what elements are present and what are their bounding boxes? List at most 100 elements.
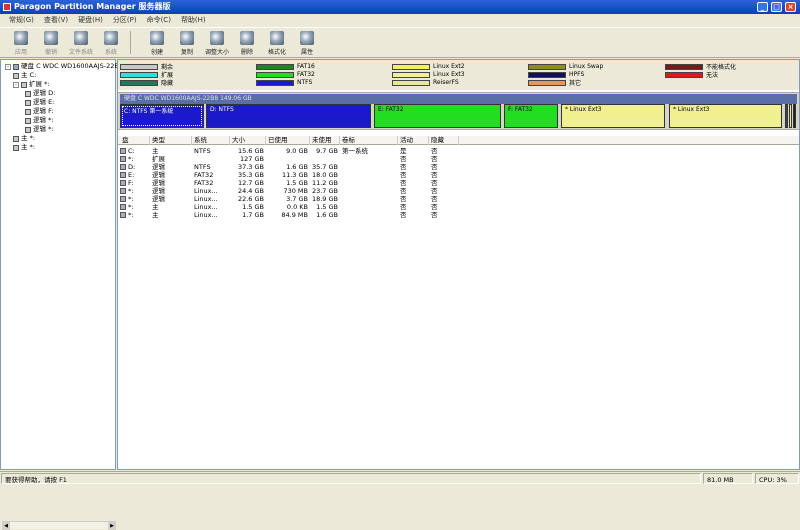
table-row[interactable]: *: 逻辑 Linux... 22.6 GB 3.7 GB 18.9 GB 否 否 xyxy=(118,195,458,203)
tree-item[interactable]: 主 *: xyxy=(13,134,35,143)
tree-item-label: 逻辑 *: xyxy=(33,116,54,124)
disk-map-partition[interactable]: D: NTFS xyxy=(206,104,371,128)
toolbar-button-right-2[interactable]: 调整大小 xyxy=(202,28,232,58)
toolbar-label: 文件系统 xyxy=(68,49,93,56)
disk-map-partition[interactable]: E: FAT32 xyxy=(374,104,501,128)
tree-item[interactable]: 主 C: xyxy=(13,71,36,80)
legend-swatch xyxy=(665,63,703,70)
table-cell-used: 0.0 KB xyxy=(286,203,308,211)
tree-item[interactable]: 逻辑 F: xyxy=(25,107,54,116)
partition-icon xyxy=(25,99,31,106)
table-cell-size: 15.6 GB xyxy=(237,147,264,155)
toolbar-button-right-0[interactable]: 创建 xyxy=(142,28,172,58)
format-icon xyxy=(270,31,284,45)
table-cell-size: 24.4 GB xyxy=(237,187,264,195)
toolbar-button-right-3[interactable]: 删除 xyxy=(232,28,262,58)
menu-item-5[interactable]: 帮助(H) xyxy=(176,14,211,26)
table-row[interactable]: *: 扩展 127 GB 否 否 xyxy=(118,155,458,163)
disk-map-sliver[interactable] xyxy=(793,104,796,128)
legend-label: HPFS xyxy=(569,71,585,78)
table-cell-fs: FAT32 xyxy=(194,171,214,179)
scroll-right-icon[interactable]: ▶ xyxy=(108,522,116,530)
table-row[interactable]: C: 主 NTFS 15.6 GB 9.0 GB 9.7 GB 第一系统 是 否 xyxy=(118,147,458,155)
partition-icon xyxy=(25,108,31,115)
disk-map-partition[interactable]: * Linux Ext3 xyxy=(669,104,782,128)
table-row[interactable]: F: 逻辑 FAT32 12.7 GB 1.5 GB 11.2 GB 否 否 xyxy=(118,179,458,187)
menu-item-0[interactable]: 常规(G) xyxy=(4,14,39,26)
collapse-icon[interactable]: - xyxy=(13,81,19,88)
toolbar-button-left-0[interactable]: 应用 xyxy=(6,28,36,58)
toolbar-button-right-5[interactable]: 属性 xyxy=(292,28,322,58)
table-cell-fs: NTFS xyxy=(194,147,211,155)
menu-item-2[interactable]: 硬盘(H) xyxy=(73,14,108,26)
window-title: Paragon Partition Manager 服务器版 xyxy=(14,2,171,11)
toolbar-label: 复制 xyxy=(180,49,193,56)
table-cell-type: 主 xyxy=(152,147,159,155)
menu-item-4[interactable]: 命令(C) xyxy=(142,14,176,26)
table-cell-hidden: 否 xyxy=(431,147,438,155)
table-cell-free: 1.6 GB xyxy=(316,211,338,219)
close-button[interactable]: × xyxy=(785,2,796,12)
menu-item-3[interactable]: 分区(P) xyxy=(108,14,142,26)
tree-item[interactable]: 逻辑 *: xyxy=(25,116,54,125)
maximize-button[interactable]: □ xyxy=(771,2,782,12)
disk-map-partition[interactable]: * Linux Ext3 xyxy=(561,104,665,128)
table-cell-size: 1.5 GB xyxy=(242,203,264,211)
column-header[interactable]: 大小 xyxy=(230,136,266,145)
column-header[interactable]: 系统 xyxy=(192,136,230,145)
table-cell-active: 否 xyxy=(400,155,407,163)
disk-map-sliver[interactable] xyxy=(785,104,788,128)
minimize-button[interactable]: _ xyxy=(757,2,768,12)
legend-label: 其它 xyxy=(569,80,582,87)
table-cell-active: 否 xyxy=(400,195,407,203)
collapse-icon[interactable]: - xyxy=(5,63,11,70)
column-header[interactable]: 隐藏 xyxy=(429,136,459,145)
column-header[interactable]: 类型 xyxy=(150,136,192,145)
toolbar-button-left-2[interactable]: 文件系统 xyxy=(66,28,96,58)
partition-icon xyxy=(13,144,19,151)
tree-item[interactable]: - 扩展 *: xyxy=(13,80,50,89)
legend-swatch xyxy=(665,71,703,78)
main-panel: 剩余 扩展 隐藏 FAT16 FAT32 NTFS Linux Ext2 Linux Ext3… xyxy=(117,59,800,470)
tree-horizontal-scrollbar[interactable]: ◀ ▶ xyxy=(2,521,116,530)
menu-item-1[interactable]: 查看(V) xyxy=(39,14,73,26)
disk-map-sliver[interactable] xyxy=(789,104,792,128)
legend-swatch xyxy=(120,63,158,70)
table-row[interactable]: *: 主 Linux... 1.5 GB 0.0 KB 1.5 GB 否 否 xyxy=(118,203,458,211)
disk-map-partition[interactable]: C: NTFS 第一系统 xyxy=(120,104,204,128)
legend-item: NTFS xyxy=(256,79,312,86)
table-row[interactable]: *: 逻辑 Linux... 24.4 GB 730 MB 23.7 GB 否 否 xyxy=(118,187,458,195)
column-header[interactable]: 已使用 xyxy=(266,136,310,145)
partition-icon xyxy=(13,135,19,142)
tree-item[interactable]: 逻辑 E: xyxy=(25,98,54,107)
resize-icon xyxy=(210,31,224,45)
table-row[interactable]: D: 逻辑 NTFS 37.3 GB 1.6 GB 35.7 GB 否 否 xyxy=(118,163,458,171)
toolbar-button-left-1[interactable]: 撤销 xyxy=(36,28,66,58)
table-cell-hidden: 否 xyxy=(431,195,438,203)
column-header[interactable]: 未使用 xyxy=(310,136,340,145)
tree-item[interactable]: 逻辑 D: xyxy=(25,89,55,98)
disk-map-partition[interactable]: F: FAT32 xyxy=(504,104,558,128)
column-header[interactable]: 盘 xyxy=(120,136,150,145)
tree-item[interactable]: 主 *: xyxy=(13,143,35,152)
legend-item: Linux Swap xyxy=(528,63,603,70)
table-cell-active: 否 xyxy=(400,187,407,195)
column-header[interactable]: 卷标 xyxy=(340,136,398,145)
drive-icon xyxy=(120,196,126,202)
scroll-left-icon[interactable]: ◀ xyxy=(2,522,10,530)
column-header[interactable]: 活动 xyxy=(398,136,429,145)
toolbar-button-right-4[interactable]: 格式化 xyxy=(262,28,292,58)
table-row[interactable]: E: 逻辑 FAT32 35.3 GB 11.3 GB 18.0 GB 否 否 xyxy=(118,171,458,179)
disk-tree-panel[interactable]: - 硬盘 C WDC WD1600AAJS-22B8 ◀ ▶ 主 C: - 扩展 *… xyxy=(0,59,123,530)
table-cell-type: 主 xyxy=(152,211,159,219)
table-cell-active: 否 xyxy=(400,171,407,179)
menu-bar: 常规(G) 查看(V) 硬盘(H) 分区(P) 命令(C) 帮助(H) xyxy=(0,14,800,26)
tree-item-label: 主 *: xyxy=(21,134,36,142)
legend-label: 隐藏 xyxy=(161,80,174,87)
tree-item[interactable]: 逻辑 *: xyxy=(25,125,54,134)
toolbar-button-left-3[interactable]: 系统 xyxy=(96,28,126,58)
toolbar-button-right-1[interactable]: 复制 xyxy=(172,28,202,58)
table-row[interactable]: *: 主 Linux... 1.7 GB 84.9 MB 1.6 GB 否 否 xyxy=(118,211,458,219)
table-cell-type: 主 xyxy=(152,203,159,211)
tree-disk-node[interactable]: - 硬盘 C WDC WD1600AAJS-22B8 xyxy=(5,62,123,71)
